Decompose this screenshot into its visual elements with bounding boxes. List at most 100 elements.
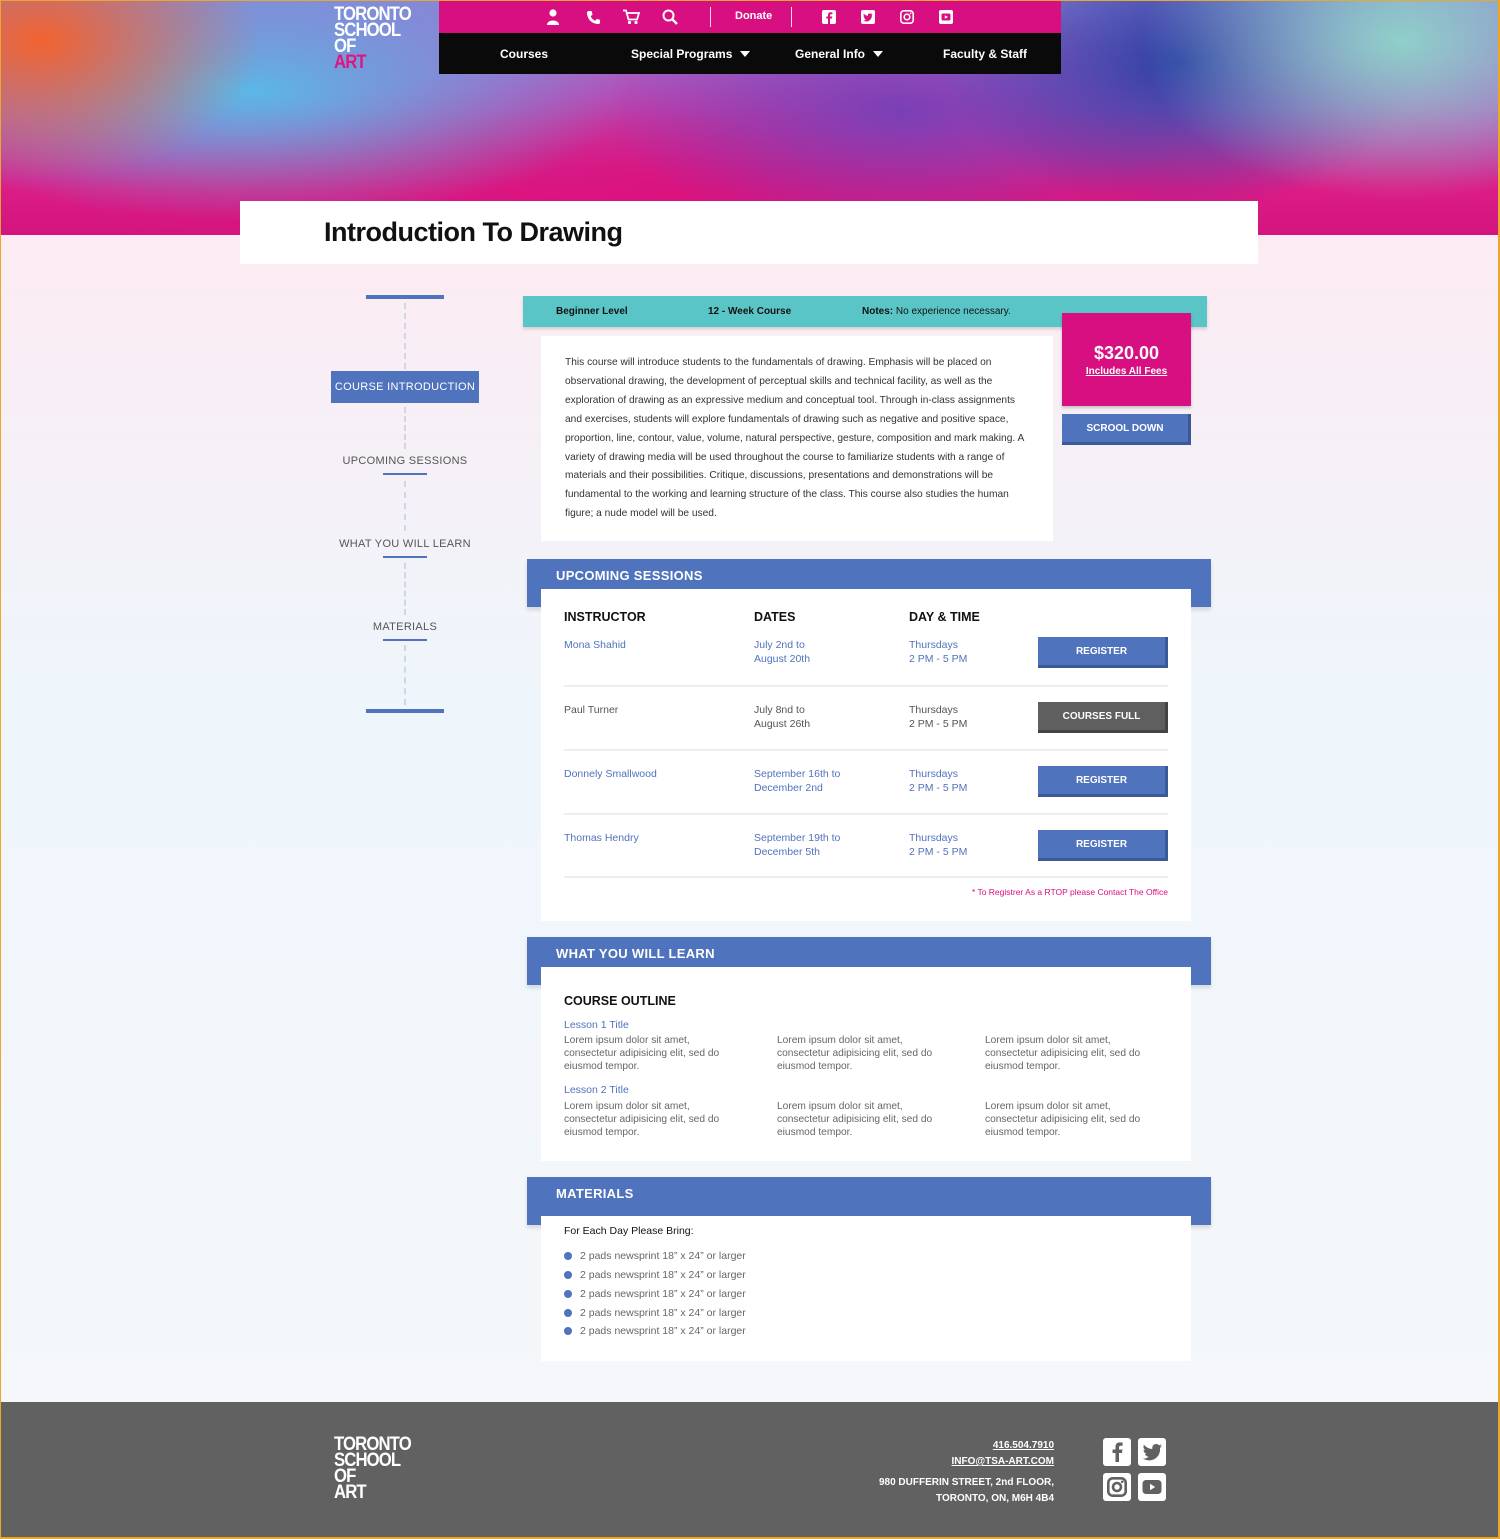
register-button[interactable]: REGISTER bbox=[1038, 830, 1168, 861]
session-dates: September 19th to December 5th bbox=[754, 832, 840, 859]
site-logo[interactable]: TORONTO SCHOOL OF ART bbox=[334, 5, 412, 73]
footer-email[interactable]: INFO@TSA-ART.COM bbox=[879, 1454, 1054, 1470]
instructor-name: Paul Turner bbox=[564, 704, 619, 716]
lesson-text: Lorem ipsum dolor sit amet, consectetur … bbox=[985, 1035, 1141, 1072]
chevron-down-icon bbox=[873, 51, 884, 57]
sidenav-cap bbox=[366, 709, 444, 713]
donate-link[interactable]: Donate bbox=[735, 10, 772, 22]
nav-general-info[interactable]: General Info bbox=[795, 47, 884, 61]
material-text: 2 pads newsprint 18” x 24” or larger bbox=[580, 1325, 746, 1337]
register-button[interactable]: REGISTER bbox=[1038, 637, 1168, 668]
user-icon[interactable] bbox=[543, 7, 563, 27]
session-day: Thursdays bbox=[909, 768, 959, 780]
course-level: Beginner Level bbox=[556, 306, 628, 317]
material-text: 2 pads newsprint 18” x 24” or larger bbox=[580, 1288, 746, 1300]
courses-full-button: COURSES FULL bbox=[1038, 702, 1168, 733]
register-button[interactable]: REGISTER bbox=[1038, 766, 1168, 797]
session-hours: 2 PM - 5 PM bbox=[909, 845, 968, 858]
row-divider bbox=[564, 813, 1168, 815]
instructor-name[interactable]: Donnely Smallwood bbox=[564, 768, 657, 782]
sidenav-track bbox=[404, 303, 406, 369]
date-start: September 19th to bbox=[754, 832, 841, 844]
sidenav-item-materials[interactable]: MATERIALS bbox=[331, 621, 479, 641]
sidenav-underline bbox=[383, 556, 427, 558]
sidenav-track bbox=[404, 645, 406, 705]
sidenav-item-upcoming-sessions[interactable]: UPCOMING SESSIONS bbox=[331, 455, 479, 475]
materials-heading: For Each Day Please Bring: bbox=[564, 1225, 694, 1237]
date-start: July 8nd to bbox=[754, 704, 805, 716]
bullet-icon bbox=[564, 1327, 572, 1335]
facebook-icon[interactable] bbox=[819, 7, 839, 27]
nav-courses[interactable]: Courses bbox=[500, 47, 548, 61]
sidenav-label: COURSE INTRODUCTION bbox=[334, 381, 476, 393]
sidenav-underline bbox=[383, 473, 427, 475]
bullet-icon bbox=[564, 1290, 572, 1298]
page-title-card: Introduction To Drawing bbox=[240, 201, 1258, 264]
list-item: 2 pads newsprint 18” x 24” or larger bbox=[564, 1288, 746, 1300]
date-end: December 2nd bbox=[754, 781, 823, 794]
session-hours: 2 PM - 5 PM bbox=[909, 652, 968, 665]
sidenav-item-what-you-will-learn[interactable]: WHAT YOU WILL LEARN bbox=[331, 538, 479, 558]
lesson-text: Lorem ipsum dolor sit amet, consectetur … bbox=[564, 1101, 720, 1138]
logo-line: ART bbox=[334, 52, 367, 73]
row-divider bbox=[564, 876, 1168, 878]
session-dates: July 2nd to August 20th bbox=[754, 639, 810, 666]
list-item: 2 pads newsprint 18” x 24” or larger bbox=[564, 1325, 746, 1337]
session-time: Thursdays 2 PM - 5 PM bbox=[909, 704, 967, 731]
bullet-icon bbox=[564, 1252, 572, 1260]
price-amount: $320.00 bbox=[1093, 343, 1160, 363]
session-hours: 2 PM - 5 PM bbox=[909, 781, 968, 794]
course-duration: 12 - Week Course bbox=[708, 306, 792, 317]
row-divider bbox=[564, 749, 1168, 751]
facebook-icon[interactable] bbox=[1103, 1438, 1131, 1466]
nav-faculty-staff[interactable]: Faculty & Staff bbox=[943, 47, 1027, 61]
main-nav: Courses Special Programs General Info Fa… bbox=[439, 33, 1061, 74]
nav-special-programs[interactable]: Special Programs bbox=[631, 47, 751, 61]
column-header: INSTRUCTOR bbox=[564, 610, 646, 624]
search-icon[interactable] bbox=[660, 7, 680, 27]
price-box: $320.00 Includes All Fees bbox=[1062, 313, 1191, 406]
sessions-body: INSTRUCTOR DATES DAY & TIME Mona Shahid … bbox=[541, 589, 1191, 921]
nav-label: Faculty & Staff bbox=[943, 47, 1028, 61]
youtube-icon[interactable] bbox=[1138, 1473, 1166, 1501]
session-time: Thursdays 2 PM - 5 PM bbox=[909, 832, 967, 859]
instructor-name[interactable]: Thomas Hendry bbox=[564, 832, 639, 846]
notes-label: Notes: bbox=[862, 306, 894, 317]
material-text: 2 pads newsprint 18” x 24” or larger bbox=[580, 1269, 746, 1281]
footer-address-line: TORONTO, ON, M6H 4B4 bbox=[936, 1493, 1054, 1504]
utility-bar: Donate bbox=[439, 1, 1061, 33]
phone-icon[interactable] bbox=[583, 7, 603, 27]
fees-link[interactable]: Includes All Fees bbox=[1062, 366, 1191, 377]
nav-label: General Info bbox=[795, 47, 866, 61]
sidenav-label: WHAT YOU WILL LEARN bbox=[339, 538, 471, 550]
cart-icon[interactable] bbox=[621, 7, 641, 27]
sidenav-label: MATERIALS bbox=[372, 621, 438, 633]
page-title: Introduction To Drawing bbox=[324, 217, 623, 247]
chevron-down-icon bbox=[740, 51, 751, 57]
instagram-icon[interactable] bbox=[897, 7, 917, 27]
lesson-text: Lorem ipsum dolor sit amet, consectetur … bbox=[564, 1035, 720, 1072]
footer-logo[interactable]: TORONTO SCHOOL OF ART bbox=[334, 1435, 412, 1502]
session-day: Thursdays bbox=[909, 704, 959, 716]
twitter-icon[interactable] bbox=[1138, 1438, 1166, 1466]
divider bbox=[710, 7, 711, 27]
footer-phone[interactable]: 416.504.7910 bbox=[879, 1438, 1054, 1454]
site-footer: TORONTO SCHOOL OF ART 416.504.7910 INFO@… bbox=[1, 1402, 1498, 1537]
sidenav-track bbox=[404, 481, 406, 531]
materials-body: For Each Day Please Bring: 2 pads newspr… bbox=[541, 1216, 1191, 1361]
instagram-icon[interactable] bbox=[1103, 1473, 1131, 1501]
material-text: 2 pads newsprint 18” x 24” or larger bbox=[580, 1307, 746, 1319]
divider bbox=[791, 7, 792, 27]
sidenav-item-course-introduction[interactable]: COURSE INTRODUCTION bbox=[331, 371, 479, 403]
bullet-icon bbox=[564, 1309, 572, 1317]
scroll-down-button[interactable]: SCROOL DOWN bbox=[1062, 414, 1191, 445]
session-hours: 2 PM - 5 PM bbox=[909, 717, 968, 730]
nav-label: Special Programs bbox=[631, 47, 733, 61]
column-header: DATES bbox=[754, 610, 796, 624]
material-text: 2 pads newsprint 18” x 24” or larger bbox=[580, 1250, 746, 1262]
sidenav-underline bbox=[383, 639, 427, 641]
twitter-icon[interactable] bbox=[858, 7, 878, 27]
instructor-name[interactable]: Mona Shahid bbox=[564, 639, 626, 653]
youtube-icon[interactable] bbox=[936, 7, 956, 27]
rtop-note: * To Registrer As a RTOP please Contact … bbox=[971, 887, 1168, 897]
